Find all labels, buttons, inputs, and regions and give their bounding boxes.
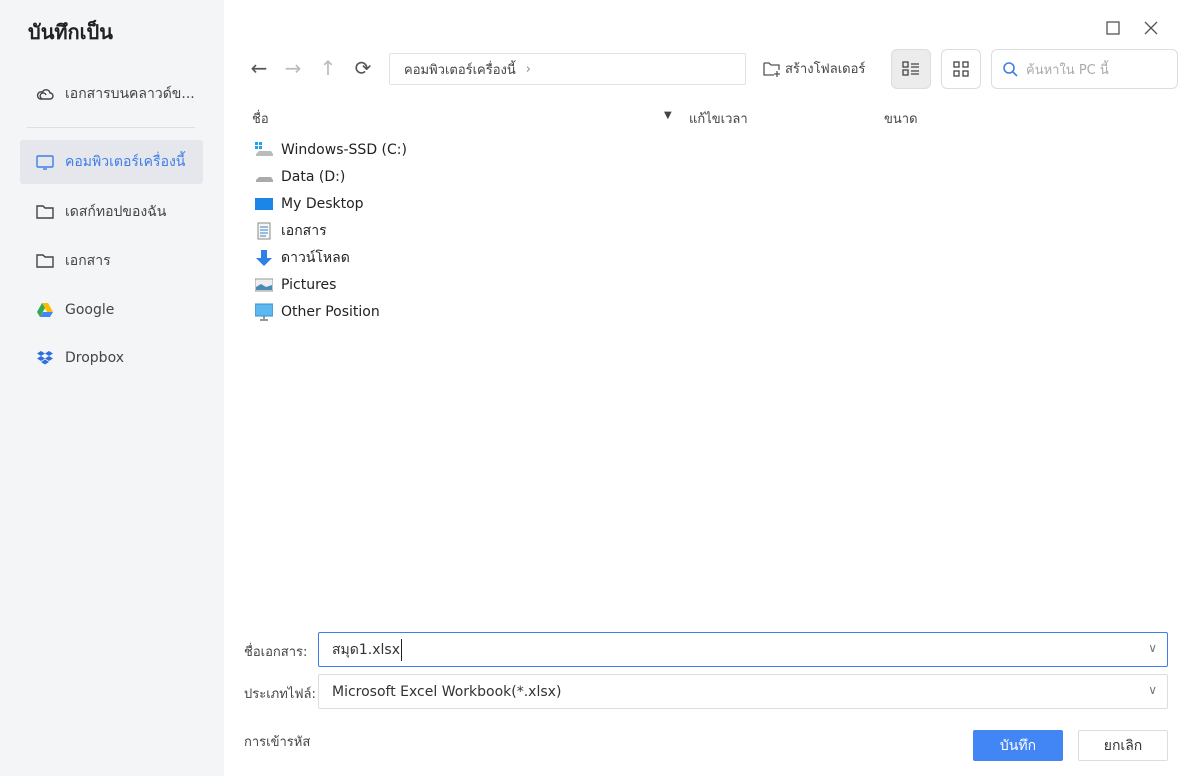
search-placeholder: ค้นหาใน PC นี้ [1026,62,1109,78]
sidebar-item-label: เอกสาร [65,253,111,269]
filename-label: ชื่อเอกสาร: [244,645,308,660]
filetype-value: Microsoft Excel Workbook(*.xlsx) [332,683,562,700]
column-name[interactable]: ชื่อ [252,108,269,129]
close-icon [1144,21,1158,35]
maximize-button[interactable] [1105,20,1121,36]
folder-icon [36,205,54,219]
filetype-label: ประเภทไฟล์: [244,687,316,702]
refresh-icon: ⟳ [354,56,372,80]
list-view-button[interactable] [891,49,931,89]
filetype-select[interactable]: Microsoft Excel Workbook(*.xlsx) ∨ [318,674,1168,709]
list-item[interactable]: Data (D:) [255,166,345,188]
monitor-icon [36,155,54,170]
pictures-icon [255,276,273,294]
computer-icon [255,303,273,321]
file-name: My Desktop [281,196,364,212]
sidebar-item-label: Google [65,302,115,318]
list-item[interactable]: Other Position [255,301,380,323]
chevron-down-icon[interactable]: ∨ [1148,683,1157,697]
new-folder-button[interactable]: สร้างโฟลเดอร์ [763,58,865,79]
drive-icon [255,168,273,186]
encoding-label[interactable]: การเข้ารหัส [244,731,310,752]
list-item[interactable]: เอกสาร [255,220,327,242]
document-icon [255,222,273,240]
sidebar-item-label: เอกสารบนคลาวด์ข... [65,86,195,102]
sidebar-item-this-pc[interactable]: คอมพิวเตอร์เครื่องนี้ [20,140,203,184]
save-button[interactable]: บันทึก [973,730,1063,761]
chevron-down-icon[interactable]: ∨ [1148,641,1157,655]
arrow-left-icon: ← [250,56,268,80]
sidebar-item-dropbox[interactable]: Dropbox [20,336,203,380]
forward-button[interactable]: → [281,56,305,80]
chevron-right-icon: › [525,61,531,77]
arrow-up-icon: ↑ [319,56,337,80]
file-name: Windows-SSD (C:) [281,142,407,158]
maximize-icon [1106,21,1120,35]
cancel-button[interactable]: ยกเลิก [1078,730,1168,761]
filename-input[interactable]: สมุด1.xlsx ∨ [318,632,1168,667]
dropbox-icon [37,351,53,365]
close-button[interactable] [1143,20,1159,36]
new-folder-icon [763,61,780,77]
list-item[interactable]: Pictures [255,274,336,296]
file-name: ดาวน์โหลด [281,250,350,266]
sidebar-item-label: Dropbox [65,350,124,366]
cloud-icon [36,89,54,100]
sort-down-icon[interactable]: ▼ [664,110,672,121]
sidebar-item-google[interactable]: Google [20,288,203,332]
google-drive-icon [37,303,53,317]
search-input[interactable]: ค้นหาใน PC นี้ [991,49,1178,89]
refresh-button[interactable]: ⟳ [351,56,375,80]
sidebar: บันทึกเป็น เอกสารบนคลาวด์ข... คอมพิวเตอร… [0,0,224,776]
grid-view-button[interactable] [941,49,981,89]
sidebar-item-documents[interactable]: เอกสาร [20,239,203,283]
dialog-title: บันทึกเป็น [28,20,113,44]
sidebar-item-my-desktop[interactable]: เดสก์ทอปของฉัน [20,190,203,234]
list-item[interactable]: ดาวน์โหลด [255,247,350,269]
file-name: Other Position [281,304,380,320]
windows-drive-icon [255,141,273,159]
filename-value: สมุด1.xlsx [332,638,402,661]
sidebar-item-label: เดสก์ทอปของฉัน [65,204,167,220]
file-name: เอกสาร [281,223,327,239]
address-bar[interactable]: คอมพิวเตอร์เครื่องนี้ › [389,53,746,85]
new-folder-label: สร้างโฟลเดอร์ [785,62,866,77]
list-item[interactable]: Windows-SSD (C:) [255,139,407,161]
column-size[interactable]: ขนาด [884,108,918,129]
search-icon [1003,62,1018,77]
download-icon [255,249,273,267]
list-view-icon [902,61,919,76]
file-name: Data (D:) [281,169,346,185]
back-button[interactable]: ← [247,56,271,80]
breadcrumb[interactable]: คอมพิวเตอร์เครื่องนี้ [404,59,516,80]
sidebar-item-cloud-docs[interactable]: เอกสารบนคลาวด์ข... [20,72,203,116]
arrow-right-icon: → [284,56,302,80]
sidebar-divider [27,127,195,128]
file-name: Pictures [281,277,337,293]
list-item[interactable]: My Desktop [255,193,364,215]
sidebar-item-label: คอมพิวเตอร์เครื่องนี้ [65,154,186,170]
up-button[interactable]: ↑ [316,56,340,80]
column-modified[interactable]: แก้ไขเวลา [689,108,748,129]
desktop-icon [255,195,273,213]
folder-icon [36,254,54,268]
grid-view-icon [953,61,969,77]
